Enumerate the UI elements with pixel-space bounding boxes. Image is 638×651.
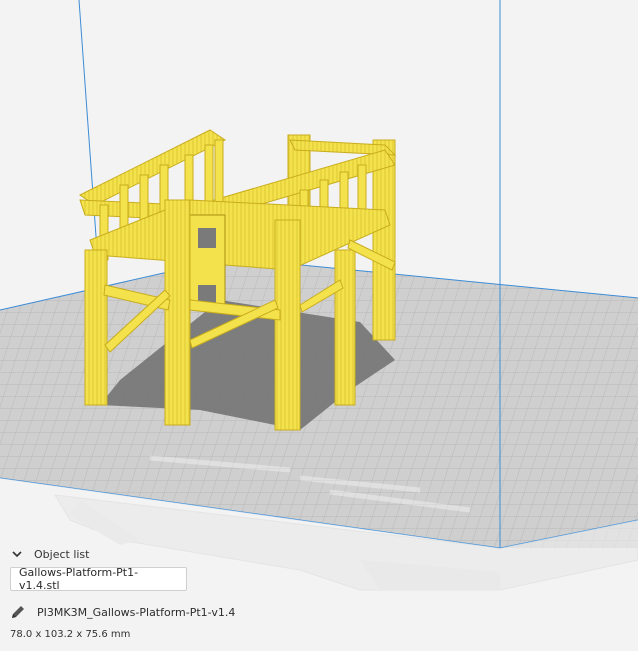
object-list-toggle[interactable]: Object list	[10, 545, 89, 563]
file-name: Gallows-Platform-Pt1-v1.4.stl	[19, 566, 139, 592]
pencil-icon[interactable]	[10, 604, 26, 620]
job-name-row: PI3MK3M_Gallows-Platform-Pt1-v1.4	[10, 603, 235, 621]
chevron-down-icon	[12, 551, 22, 558]
object-list-label: Object list	[34, 547, 90, 561]
model-dimensions: 78.0 x 103.2 x 75.6 mm	[10, 629, 131, 640]
job-name: PI3MK3M_Gallows-Platform-Pt1-v1.4	[37, 605, 236, 619]
object-list-file-item[interactable]: Gallows-Platform-Pt1-v1.4.stl	[10, 566, 187, 592]
